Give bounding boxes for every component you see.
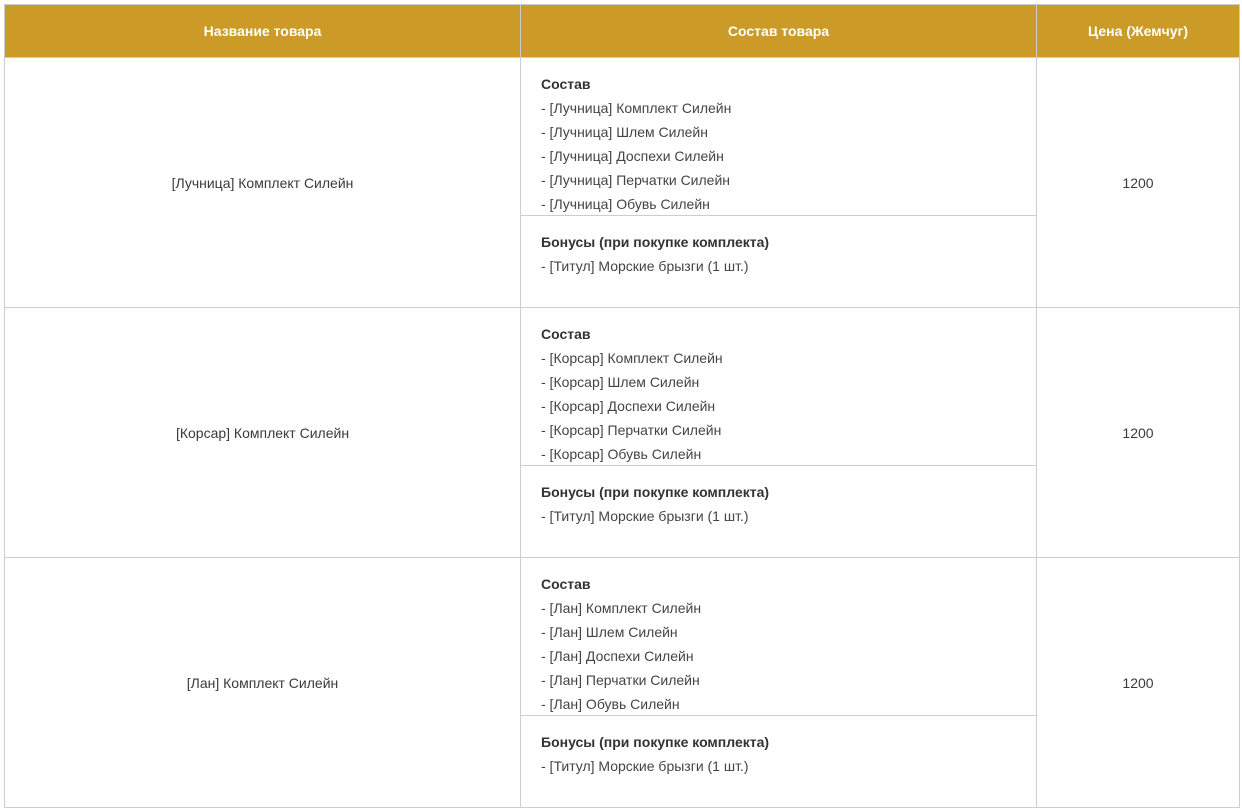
contents-item: - [Лучница] Комплект Силейн bbox=[541, 100, 732, 116]
contents-item: - [Лан] Обувь Силейн bbox=[541, 696, 680, 712]
table-row: [Лан] Комплект Силейн Состав - [Лан] Компл… bbox=[4, 557, 1240, 808]
shop-table-container: Название товара Состав товара Цена (Жемч… bbox=[4, 4, 1240, 808]
contents-item: - [Корсар] Доспехи Силейн bbox=[541, 398, 716, 414]
item-price: 1200 bbox=[1036, 557, 1240, 808]
table-row: [Лучница] Комплект Силейн Состав - [Лучниц… bbox=[4, 57, 1240, 308]
item-composition: Состав - [Корсар] Комплект Силейн - [Корса… bbox=[520, 307, 1037, 558]
table-row: [Корсар] Комплект Силейн Состав - [Корсар]… bbox=[4, 307, 1240, 558]
item-composition: Состав - [Лан] Комплект Силейн - [Лан] Шле… bbox=[520, 557, 1037, 808]
contents-heading: Состав bbox=[541, 76, 591, 92]
contents-item: - [Лан] Доспехи Силейн bbox=[541, 648, 694, 664]
contents-block: Состав - [Лучница] Комплект Силейн - [Лучн… bbox=[521, 58, 1036, 216]
item-price: 1200 bbox=[1036, 307, 1240, 558]
bonuses-block: Бонусы (при покупке комплекта) - [Титул] … bbox=[521, 216, 1036, 307]
contents-item: - [Лучница] Перчатки Силейн bbox=[541, 172, 730, 188]
contents-heading: Состав bbox=[541, 326, 591, 342]
bonus-item: - [Титул] Морские брызги (1 шт.) bbox=[541, 758, 749, 774]
bonus-heading: Бонусы (при покупке комплекта) bbox=[541, 234, 770, 250]
contents-item: - [Лан] Перчатки Силейн bbox=[541, 672, 700, 688]
bonuses-block: Бонусы (при покупке комплекта) - [Титул] … bbox=[521, 466, 1036, 557]
item-name: [Лан] Комплект Силейн bbox=[4, 557, 521, 808]
contents-heading: Состав bbox=[541, 576, 591, 592]
contents-item: - [Корсар] Шлем Силейн bbox=[541, 374, 700, 390]
contents-item: - [Корсар] Комплект Силейн bbox=[541, 350, 723, 366]
table-body: [Лучница] Комплект Силейн Состав - [Лучниц… bbox=[4, 57, 1240, 808]
contents-item: - [Корсар] Перчатки Силейн bbox=[541, 422, 722, 438]
contents-block: Состав - [Корсар] Комплект Силейн - [Корса… bbox=[521, 308, 1036, 466]
bonus-heading: Бонусы (при покупке комплекта) bbox=[541, 734, 770, 750]
table-header-row: Название товара Состав товара Цена (Жемч… bbox=[4, 4, 1240, 58]
column-header-name: Название товара bbox=[4, 4, 521, 58]
bonuses-block: Бонусы (при покупке комплекта) - [Титул] … bbox=[521, 716, 1036, 807]
column-header-price: Цена (Жемчуг) bbox=[1036, 4, 1240, 58]
contents-item: - [Лан] Комплект Силейн bbox=[541, 600, 702, 616]
shop-items-table: Название товара Состав товара Цена (Жемч… bbox=[4, 4, 1240, 808]
item-name: [Корсар] Комплект Силейн bbox=[4, 307, 521, 558]
contents-block: Состав - [Лан] Комплект Силейн - [Лан] Шле… bbox=[521, 558, 1036, 716]
item-composition: Состав - [Лучница] Комплект Силейн - [Лучн… bbox=[520, 57, 1037, 308]
contents-item: - [Лучница] Обувь Силейн bbox=[541, 196, 710, 212]
contents-item: - [Лучница] Доспехи Силейн bbox=[541, 148, 724, 164]
contents-item: - [Корсар] Обувь Силейн bbox=[541, 446, 702, 462]
contents-item: - [Лан] Шлем Силейн bbox=[541, 624, 678, 640]
column-header-composition: Состав товара bbox=[520, 4, 1037, 58]
item-price: 1200 bbox=[1036, 57, 1240, 308]
contents-item: - [Лучница] Шлем Силейн bbox=[541, 124, 708, 140]
bonus-item: - [Титул] Морские брызги (1 шт.) bbox=[541, 508, 749, 524]
bonus-item: - [Титул] Морские брызги (1 шт.) bbox=[541, 258, 749, 274]
item-name: [Лучница] Комплект Силейн bbox=[4, 57, 521, 308]
bonus-heading: Бонусы (при покупке комплекта) bbox=[541, 484, 770, 500]
